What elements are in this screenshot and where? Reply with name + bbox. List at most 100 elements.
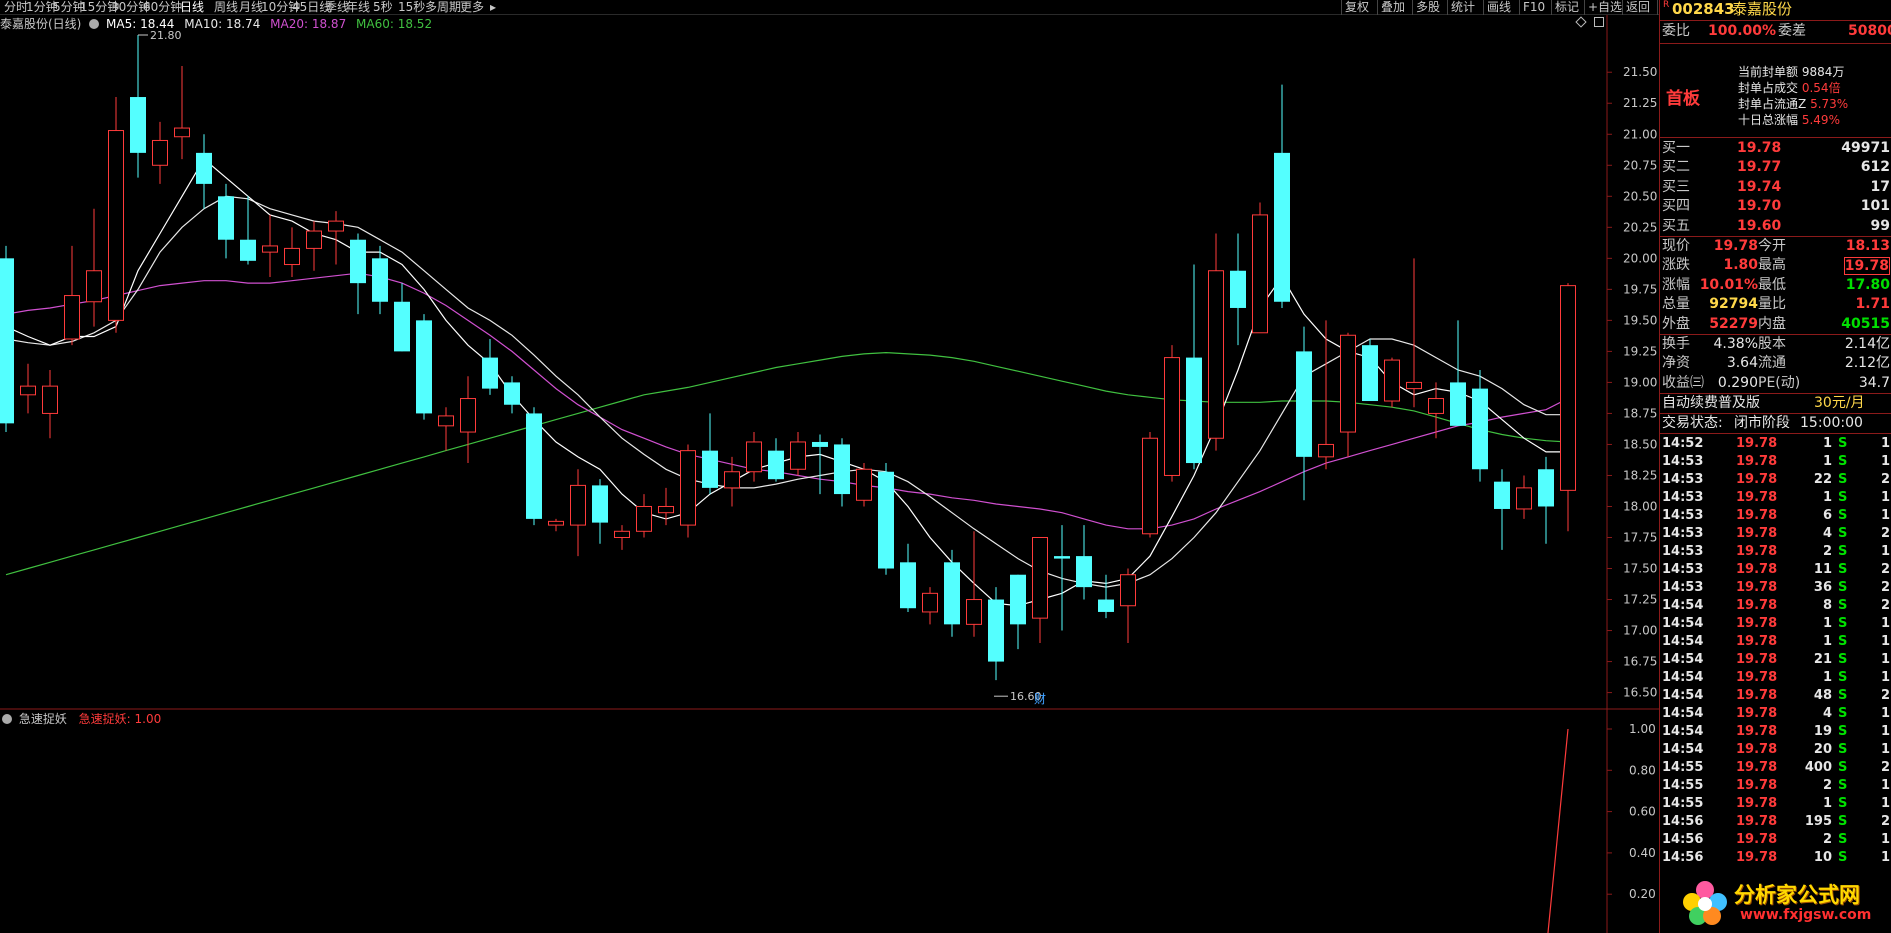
ma20-label: MA20: 18.87: [270, 17, 347, 31]
candle: [350, 233, 366, 315]
candle: [416, 314, 432, 420]
stat-label: 换手: [1662, 336, 1690, 352]
tick-time: 14:53: [1662, 508, 1704, 523]
candle-body: [1494, 481, 1510, 509]
bid-row[interactable]: 买五 19.60 99: [1660, 217, 1891, 236]
tick-side: S: [1838, 706, 1848, 721]
candle-body: [548, 520, 564, 526]
bid-row[interactable]: 买四 19.70 101: [1660, 197, 1891, 216]
tick-price: 19.78: [1736, 634, 1778, 649]
chevron-down-icon[interactable]: ▸: [490, 0, 496, 15]
candle-body: [1362, 345, 1378, 402]
period-tab[interactable]: 年线: [346, 0, 370, 15]
main-kline-chart[interactable]: 21.50 21.25 21.00 20.75 20.50 20.25 20.00 19.75…: [0, 15, 1659, 933]
candle-body: [372, 258, 388, 302]
toolbar-button[interactable]: 多股: [1412, 0, 1443, 15]
candle: [1384, 357, 1400, 408]
candle: [1076, 525, 1092, 600]
toolbar-button[interactable]: 画线: [1483, 0, 1514, 15]
candle: [790, 432, 806, 476]
tick-time: 14:55: [1662, 796, 1704, 811]
tick-volume: 8: [1822, 598, 1832, 613]
stat2-row[interactable]: 换手 4.38% 股本 2.14亿: [1660, 335, 1891, 354]
stat-value: 0.290: [1717, 374, 1758, 391]
bid-price: 19.74: [1737, 178, 1782, 195]
candle: [42, 370, 58, 439]
flower-logo-icon: [1683, 881, 1727, 925]
stat-row[interactable]: 涨跌 1.80 最高 19.78: [1660, 256, 1891, 276]
candle: [636, 494, 652, 538]
period-tab[interactable]: 5秒: [373, 0, 393, 15]
stat-row[interactable]: 外盘 52279 内盘 40515: [1660, 315, 1891, 334]
period-tab[interactable]: 日线: [180, 0, 204, 15]
period-tab[interactable]: 月线: [239, 0, 263, 15]
bid-label: 买四: [1662, 198, 1690, 215]
period-tab[interactable]: 多周期: [425, 0, 461, 15]
tick-time: 14:54: [1662, 616, 1704, 631]
chart-area[interactable]: 21.50 21.25 21.00 20.75 20.50 20.25 20.00 19.75…: [0, 15, 1891, 933]
candle: [812, 434, 828, 495]
toolbar-button[interactable]: 统计: [1447, 0, 1478, 15]
promo-price[interactable]: 30元/月: [1814, 394, 1865, 413]
candle-body: [1054, 556, 1070, 559]
tick-time: 14:56: [1662, 850, 1704, 865]
candle: [592, 479, 608, 544]
tick-count: 1: [1880, 742, 1890, 757]
toolbar-button[interactable]: +自选: [1584, 0, 1625, 15]
indicator-settings-icon[interactable]: [2, 714, 12, 724]
stat-row[interactable]: 总量 92794 量比 1.71: [1660, 295, 1891, 314]
candle-body: [130, 97, 146, 153]
stat-label: 量比: [1758, 296, 1786, 313]
bid-row[interactable]: 买三 19.74 17: [1660, 178, 1891, 197]
settings-icon[interactable]: [89, 19, 100, 29]
bid-row[interactable]: 买一 19.78 49971: [1660, 139, 1891, 158]
trade-status-label: 交易状态:: [1662, 415, 1723, 431]
toolbar-button[interactable]: 标记: [1551, 0, 1582, 15]
candle: [372, 245, 388, 315]
period-tab[interactable]: 分时: [4, 0, 28, 15]
candle: [1494, 469, 1510, 550]
trade-status-row: 交易状态: 闭市阶段 15:00:00: [1660, 414, 1891, 433]
tick-price: 19.78: [1736, 814, 1778, 829]
period-tab[interactable]: 60分钟: [143, 0, 182, 15]
stat-label: 最高: [1758, 257, 1786, 274]
bid-label: 买三: [1662, 178, 1690, 195]
collapse-icon[interactable]: [1594, 17, 1604, 27]
candle: [1274, 84, 1290, 308]
toolbar-button[interactable]: 复权: [1341, 0, 1372, 15]
candle: [1142, 432, 1158, 538]
tick-time: 14:54: [1662, 652, 1704, 667]
candle-body: [922, 592, 938, 613]
promo-text[interactable]: 自动续费普及版: [1662, 394, 1760, 413]
tick-count: 1: [1880, 616, 1890, 631]
stat-row[interactable]: 现价 19.78 今开 18.13: [1660, 237, 1891, 256]
stat-label: 内盘: [1758, 315, 1786, 332]
seal-item: 封单占流通Z 5.73%: [1738, 97, 1849, 111]
period-tab[interactable]: 15秒: [398, 0, 425, 15]
stock-name: 泰嘉股份: [1732, 0, 1793, 18]
candle: [878, 463, 894, 575]
stat-row[interactable]: 涨幅 10.01% 最低 17.80: [1660, 276, 1891, 295]
bid-volume: 99: [1870, 217, 1890, 234]
tick-count: 1: [1880, 850, 1890, 865]
candle-body: [1340, 334, 1356, 433]
y-tick-label: 20.00: [1623, 251, 1657, 265]
candle-body: [350, 239, 366, 284]
candle: [504, 376, 520, 414]
toolbar-button[interactable]: F10: [1519, 0, 1548, 15]
tick-volume: 195: [1804, 814, 1832, 829]
period-tab[interactable]: 周线: [214, 0, 238, 15]
toolbar-button[interactable]: 返回: [1622, 0, 1653, 15]
stat-label: 收益㈢: [1662, 374, 1704, 391]
stat2-row[interactable]: 收益㈢ 0.290 PE(动) 34.7: [1660, 374, 1891, 393]
tick-volume: 1: [1822, 670, 1832, 685]
toolbar-button[interactable]: 叠加: [1377, 0, 1408, 15]
candle: [724, 456, 740, 507]
tick-price: 19.78: [1736, 526, 1778, 541]
tick-volume: 4: [1822, 526, 1832, 541]
promo-row[interactable]: 自动续费普及版 30元/月: [1660, 394, 1891, 413]
stat2-row[interactable]: 净资 3.64 流通 2.12亿: [1660, 354, 1891, 373]
bid-row[interactable]: 买二 19.77 612: [1660, 158, 1891, 177]
period-tab[interactable]: 更多: [460, 0, 484, 15]
candle: [482, 338, 498, 395]
